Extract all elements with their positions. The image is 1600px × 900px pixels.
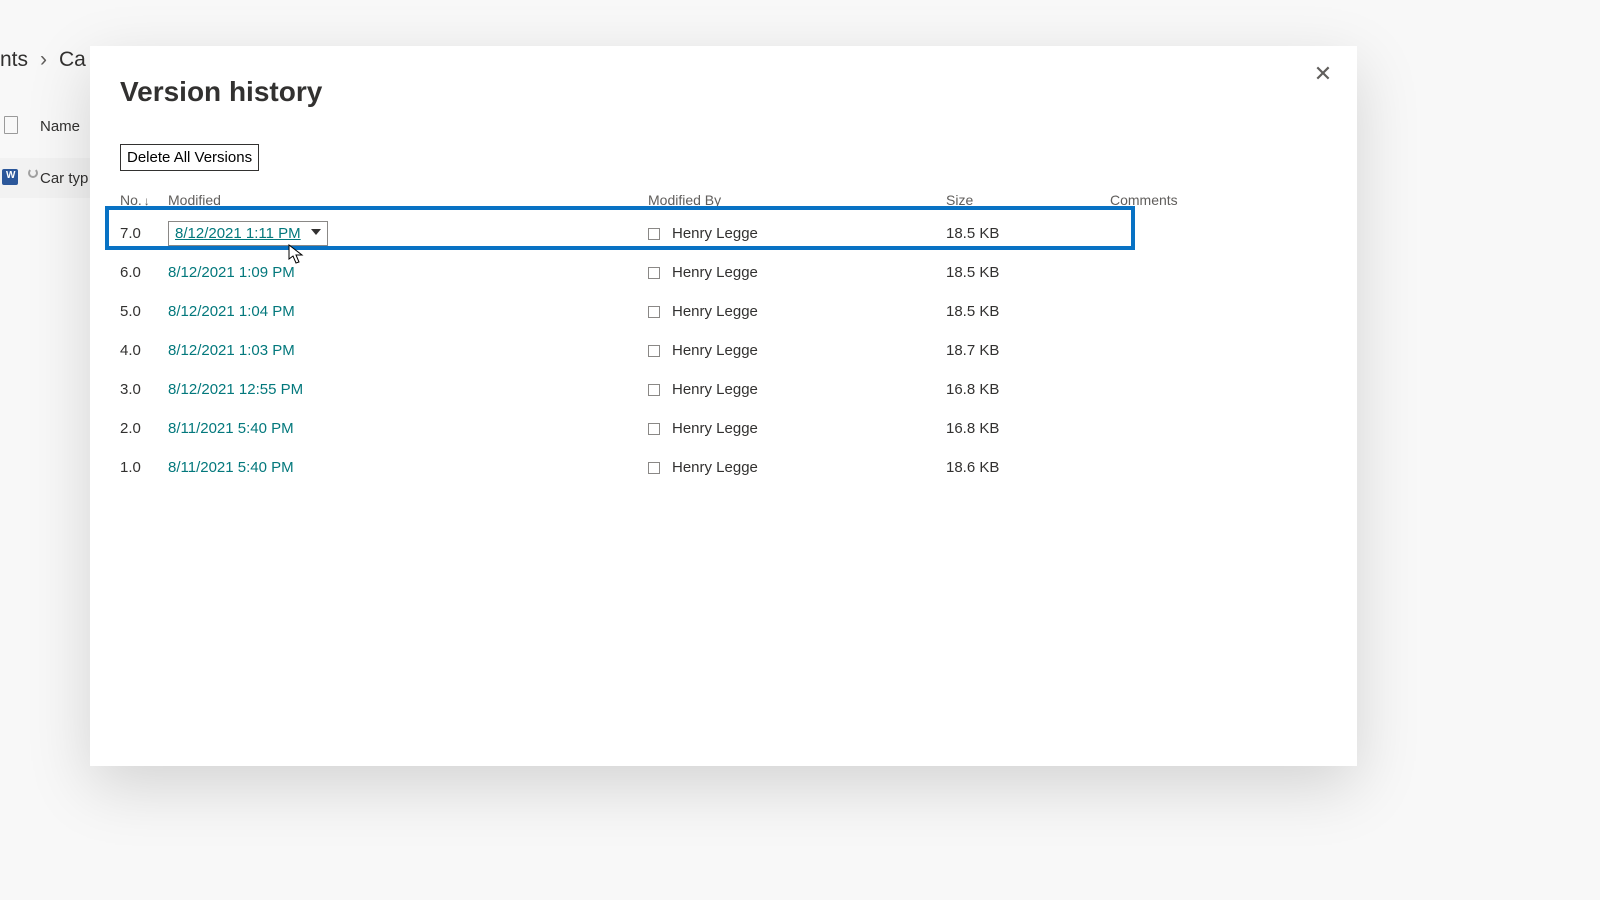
modified-by[interactable]: Henry Legge — [648, 381, 946, 398]
table-row[interactable]: 1.0 8/11/2021 5:40 PM Henry Legge 18.6 K… — [120, 448, 1327, 487]
version-no: 3.0 — [120, 381, 168, 398]
version-table: No.↓ Modified Modified By Size Comments … — [120, 186, 1327, 487]
user-name: Henry Legge — [672, 225, 758, 242]
modified-link[interactable]: 8/12/2021 12:55 PM — [168, 381, 303, 398]
user-name: Henry Legge — [672, 420, 758, 437]
breadcrumb-seg1[interactable]: nts — [0, 48, 28, 72]
user-presence-icon — [648, 228, 660, 240]
file-size: 18.6 KB — [946, 459, 1110, 476]
header-comments[interactable]: Comments — [1110, 192, 1327, 208]
table-row[interactable]: 6.0 8/12/2021 1:09 PM Henry Legge 18.5 K… — [120, 253, 1327, 292]
modified-by[interactable]: Henry Legge — [648, 459, 946, 476]
file-size: 18.5 KB — [946, 303, 1110, 320]
file-size: 18.7 KB — [946, 342, 1110, 359]
sort-desc-icon: ↓ — [144, 194, 150, 208]
modified-link[interactable]: 8/12/2021 1:04 PM — [168, 303, 295, 320]
close-icon: ✕ — [1314, 61, 1332, 86]
table-row[interactable]: 7.0 8/12/2021 1:11 PM Henry Legge 18.5 K… — [120, 214, 1327, 253]
modified-dropdown[interactable]: 8/12/2021 1:11 PM — [168, 221, 328, 246]
modified-link[interactable]: 8/11/2021 5:40 PM — [168, 459, 294, 476]
column-header-name[interactable]: Name — [40, 118, 80, 135]
user-name: Henry Legge — [672, 342, 758, 359]
chevron-right-icon: › — [40, 48, 47, 72]
user-presence-icon — [648, 306, 660, 318]
modified-by[interactable]: Henry Legge — [648, 264, 946, 281]
user-name: Henry Legge — [672, 459, 758, 476]
version-history-dialog: ✕ Version history Delete All Versions No… — [90, 46, 1357, 766]
modified-by[interactable]: Henry Legge — [648, 225, 946, 242]
header-no[interactable]: No.↓ — [120, 192, 168, 208]
file-size: 18.5 KB — [946, 225, 1110, 242]
version-no: 4.0 — [120, 342, 168, 359]
version-no: 2.0 — [120, 420, 168, 437]
table-row[interactable]: 3.0 8/12/2021 12:55 PM Henry Legge 16.8 … — [120, 370, 1327, 409]
close-button[interactable]: ✕ — [1311, 62, 1335, 86]
delete-all-versions-button[interactable]: Delete All Versions — [120, 144, 259, 171]
user-name: Henry Legge — [672, 264, 758, 281]
table-row[interactable]: 4.0 8/12/2021 1:03 PM Henry Legge 18.7 K… — [120, 331, 1327, 370]
modified-link[interactable]: 8/12/2021 1:09 PM — [168, 264, 295, 281]
breadcrumb-seg2[interactable]: Ca — [59, 48, 86, 72]
table-row[interactable]: 5.0 8/12/2021 1:04 PM Henry Legge 18.5 K… — [120, 292, 1327, 331]
loading-spinner-icon — [28, 168, 38, 178]
version-no: 1.0 — [120, 459, 168, 476]
user-name: Henry Legge — [672, 381, 758, 398]
version-no: 6.0 — [120, 264, 168, 281]
file-name: Car typ — [40, 170, 88, 187]
dialog-title: Version history — [120, 76, 322, 108]
modified-by[interactable]: Henry Legge — [648, 420, 946, 437]
modified-link[interactable]: 8/12/2021 1:11 PM — [175, 225, 301, 242]
user-presence-icon — [648, 462, 660, 474]
file-size: 18.5 KB — [946, 264, 1110, 281]
word-file-icon — [2, 169, 18, 185]
table-row[interactable]: 2.0 8/11/2021 5:40 PM Henry Legge 16.8 K… — [120, 409, 1327, 448]
modified-link[interactable]: 8/11/2021 5:40 PM — [168, 420, 294, 437]
file-row[interactable]: Car typ — [0, 158, 90, 198]
chevron-down-icon — [311, 229, 321, 235]
user-name: Henry Legge — [672, 303, 758, 320]
user-presence-icon — [648, 267, 660, 279]
modified-by[interactable]: Henry Legge — [648, 303, 946, 320]
user-presence-icon — [648, 384, 660, 396]
header-modified[interactable]: Modified — [168, 192, 648, 208]
file-icon — [4, 116, 18, 134]
file-size: 16.8 KB — [946, 381, 1110, 398]
breadcrumb[interactable]: nts › Ca — [0, 48, 86, 72]
user-presence-icon — [648, 345, 660, 357]
version-no: 7.0 — [120, 225, 168, 242]
user-presence-icon — [648, 423, 660, 435]
modified-by[interactable]: Henry Legge — [648, 342, 946, 359]
header-no-label: No. — [120, 192, 142, 208]
version-no: 5.0 — [120, 303, 168, 320]
modified-link[interactable]: 8/12/2021 1:03 PM — [168, 342, 295, 359]
header-size[interactable]: Size — [946, 192, 1110, 208]
header-modified-by[interactable]: Modified By — [648, 192, 946, 208]
file-size: 16.8 KB — [946, 420, 1110, 437]
table-header: No.↓ Modified Modified By Size Comments — [120, 186, 1327, 214]
